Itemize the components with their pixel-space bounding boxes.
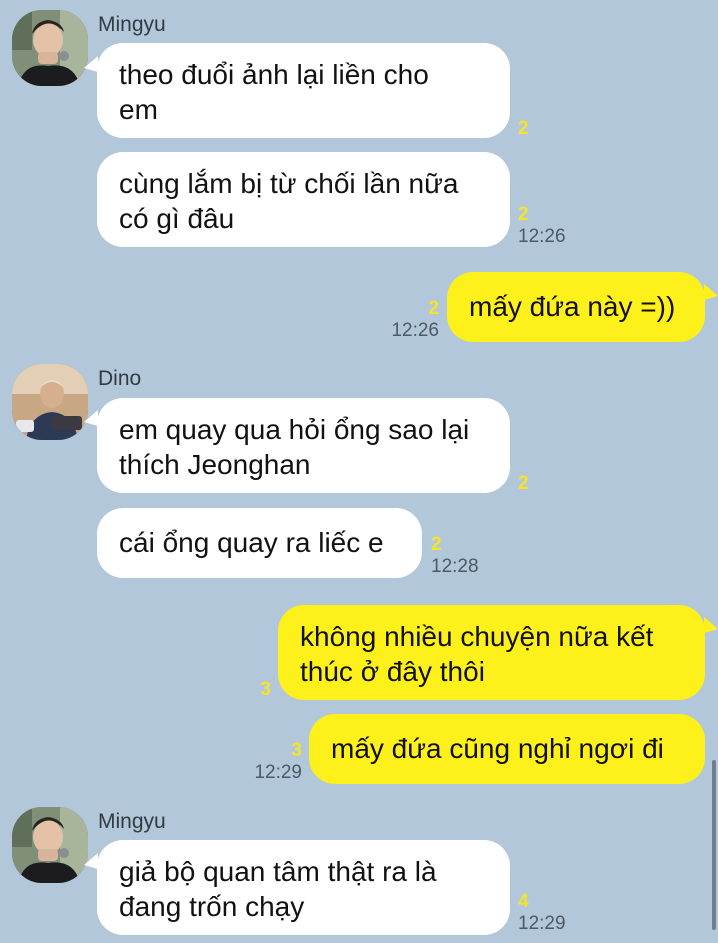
unread-count: 2 <box>431 534 442 555</box>
message-meta: 2 12:26 <box>391 298 439 342</box>
message-time: 12:29 <box>254 762 302 783</box>
bubble-tail <box>704 617 718 633</box>
avatar-mingyu[interactable] <box>12 807 88 883</box>
bubble-tail <box>704 284 718 300</box>
sender-name-dino: Dino <box>98 367 142 390</box>
message-meta: 3 <box>260 679 271 701</box>
message-meta: 2 12:28 <box>431 534 479 578</box>
unread-count: 2 <box>518 118 529 139</box>
unread-count: 4 <box>518 891 529 912</box>
unread-count: 2 <box>428 298 439 319</box>
avatar-mingyu[interactable] <box>12 10 88 86</box>
message-bubble-outgoing[interactable]: mấy đứa cũng nghỉ ngơi đi <box>309 714 705 784</box>
message-bubble-incoming[interactable]: giả bộ quan tâm thật ra là đang trốn chạ… <box>97 840 510 935</box>
message-bubble-incoming[interactable]: theo đuổi ảnh lại liền cho em <box>97 43 510 138</box>
unread-count: 3 <box>260 679 271 700</box>
message-meta: 3 12:29 <box>254 740 302 784</box>
unread-count: 3 <box>291 740 302 761</box>
scrollbar[interactable] <box>712 760 716 930</box>
message-bubble-outgoing[interactable]: mấy đứa này =)) <box>447 272 705 342</box>
message-time: 12:29 <box>518 913 566 934</box>
message-bubble-incoming[interactable]: cùng lắm bị từ chối lần nữa có gì đâu <box>97 152 510 247</box>
mingyu-photo-icon <box>12 807 88 883</box>
message-time: 12:28 <box>431 556 479 577</box>
avatar-dino[interactable] <box>12 364 88 440</box>
message-bubble-incoming[interactable]: cái ổng quay ra liếc e <box>97 508 422 578</box>
bubble-tail <box>84 853 98 869</box>
dino-photo-icon <box>12 364 88 440</box>
message-time: 12:26 <box>518 226 566 247</box>
unread-count: 2 <box>518 473 529 494</box>
message-meta: 2 12:26 <box>518 204 566 248</box>
message-time: 12:26 <box>391 320 439 341</box>
message-meta: 2 <box>518 118 529 140</box>
message-bubble-incoming[interactable]: em quay qua hỏi ổng sao lại thích Jeongh… <box>97 398 510 493</box>
mingyu-photo-icon <box>12 10 88 86</box>
bubble-tail <box>84 410 98 426</box>
bubble-tail <box>84 56 98 72</box>
message-meta: 4 12:29 <box>518 891 566 935</box>
message-meta: 2 <box>518 473 529 495</box>
message-bubble-outgoing[interactable]: không nhiều chuyện nữa kết thúc ở đây th… <box>278 605 705 700</box>
sender-name-mingyu: Mingyu <box>98 13 166 36</box>
sender-name-mingyu: Mingyu <box>98 810 166 833</box>
unread-count: 2 <box>518 204 529 225</box>
